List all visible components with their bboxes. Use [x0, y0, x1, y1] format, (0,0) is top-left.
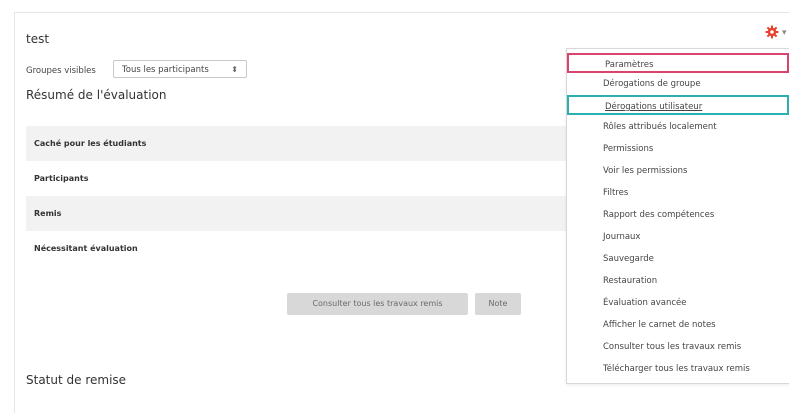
menu-item-voir-permissions[interactable]: Voir les permissions: [567, 161, 789, 181]
menu-item-sauvegarde[interactable]: Sauvegarde: [567, 249, 789, 269]
menu-item-evaluation-avancee[interactable]: Évaluation avancée: [567, 293, 789, 313]
menu-item-permissions[interactable]: Permissions: [567, 139, 789, 159]
sort-arrows-icon: ⬍: [231, 65, 238, 74]
menu-item-rapport-competences[interactable]: Rapport des compétences: [567, 205, 789, 225]
menu-item-derogations-groupe[interactable]: Dérogations de groupe: [567, 74, 789, 94]
chevron-down-icon[interactable]: ▾: [782, 28, 787, 38]
groups-label: Groupes visibles: [26, 66, 96, 76]
menu-item-filtres[interactable]: Filtres: [567, 183, 789, 203]
submission-status-heading: Statut de remise: [26, 373, 127, 387]
menu-item-roles-locaux[interactable]: Rôles attribués localement: [567, 117, 789, 137]
row-label: Remis: [34, 209, 62, 218]
page-title: test: [26, 32, 50, 46]
menu-item-consulter-travaux[interactable]: Consulter tous les travaux remis: [567, 337, 789, 357]
groups-select[interactable]: Tous les participants ⬍: [113, 60, 247, 78]
groups-select-value: Tous les participants: [122, 65, 209, 75]
view-all-submissions-button[interactable]: Consulter tous les travaux remis: [287, 293, 468, 315]
menu-item-restauration[interactable]: Restauration: [567, 271, 789, 291]
menu-item-derogations-utilisateur[interactable]: Dérogations utilisateur: [567, 95, 789, 115]
gear-icon[interactable]: [765, 25, 779, 39]
row-label: Participants: [34, 174, 89, 183]
settings-dropdown-menu: Paramètres Dérogations de groupe Dérogat…: [566, 48, 789, 384]
grade-button[interactable]: Note: [475, 293, 521, 315]
menu-item-journaux[interactable]: Journaux: [567, 227, 789, 247]
menu-item-telecharger-travaux[interactable]: Télécharger tous les travaux remis: [567, 359, 789, 379]
menu-item-carnet-notes[interactable]: Afficher le carnet de notes: [567, 315, 789, 335]
row-label: Caché pour les étudiants: [34, 139, 147, 148]
summary-heading: Résumé de l'évaluation: [26, 88, 167, 102]
menu-item-parametres[interactable]: Paramètres: [567, 53, 789, 73]
row-label: Nécessitant évaluation: [34, 244, 138, 253]
